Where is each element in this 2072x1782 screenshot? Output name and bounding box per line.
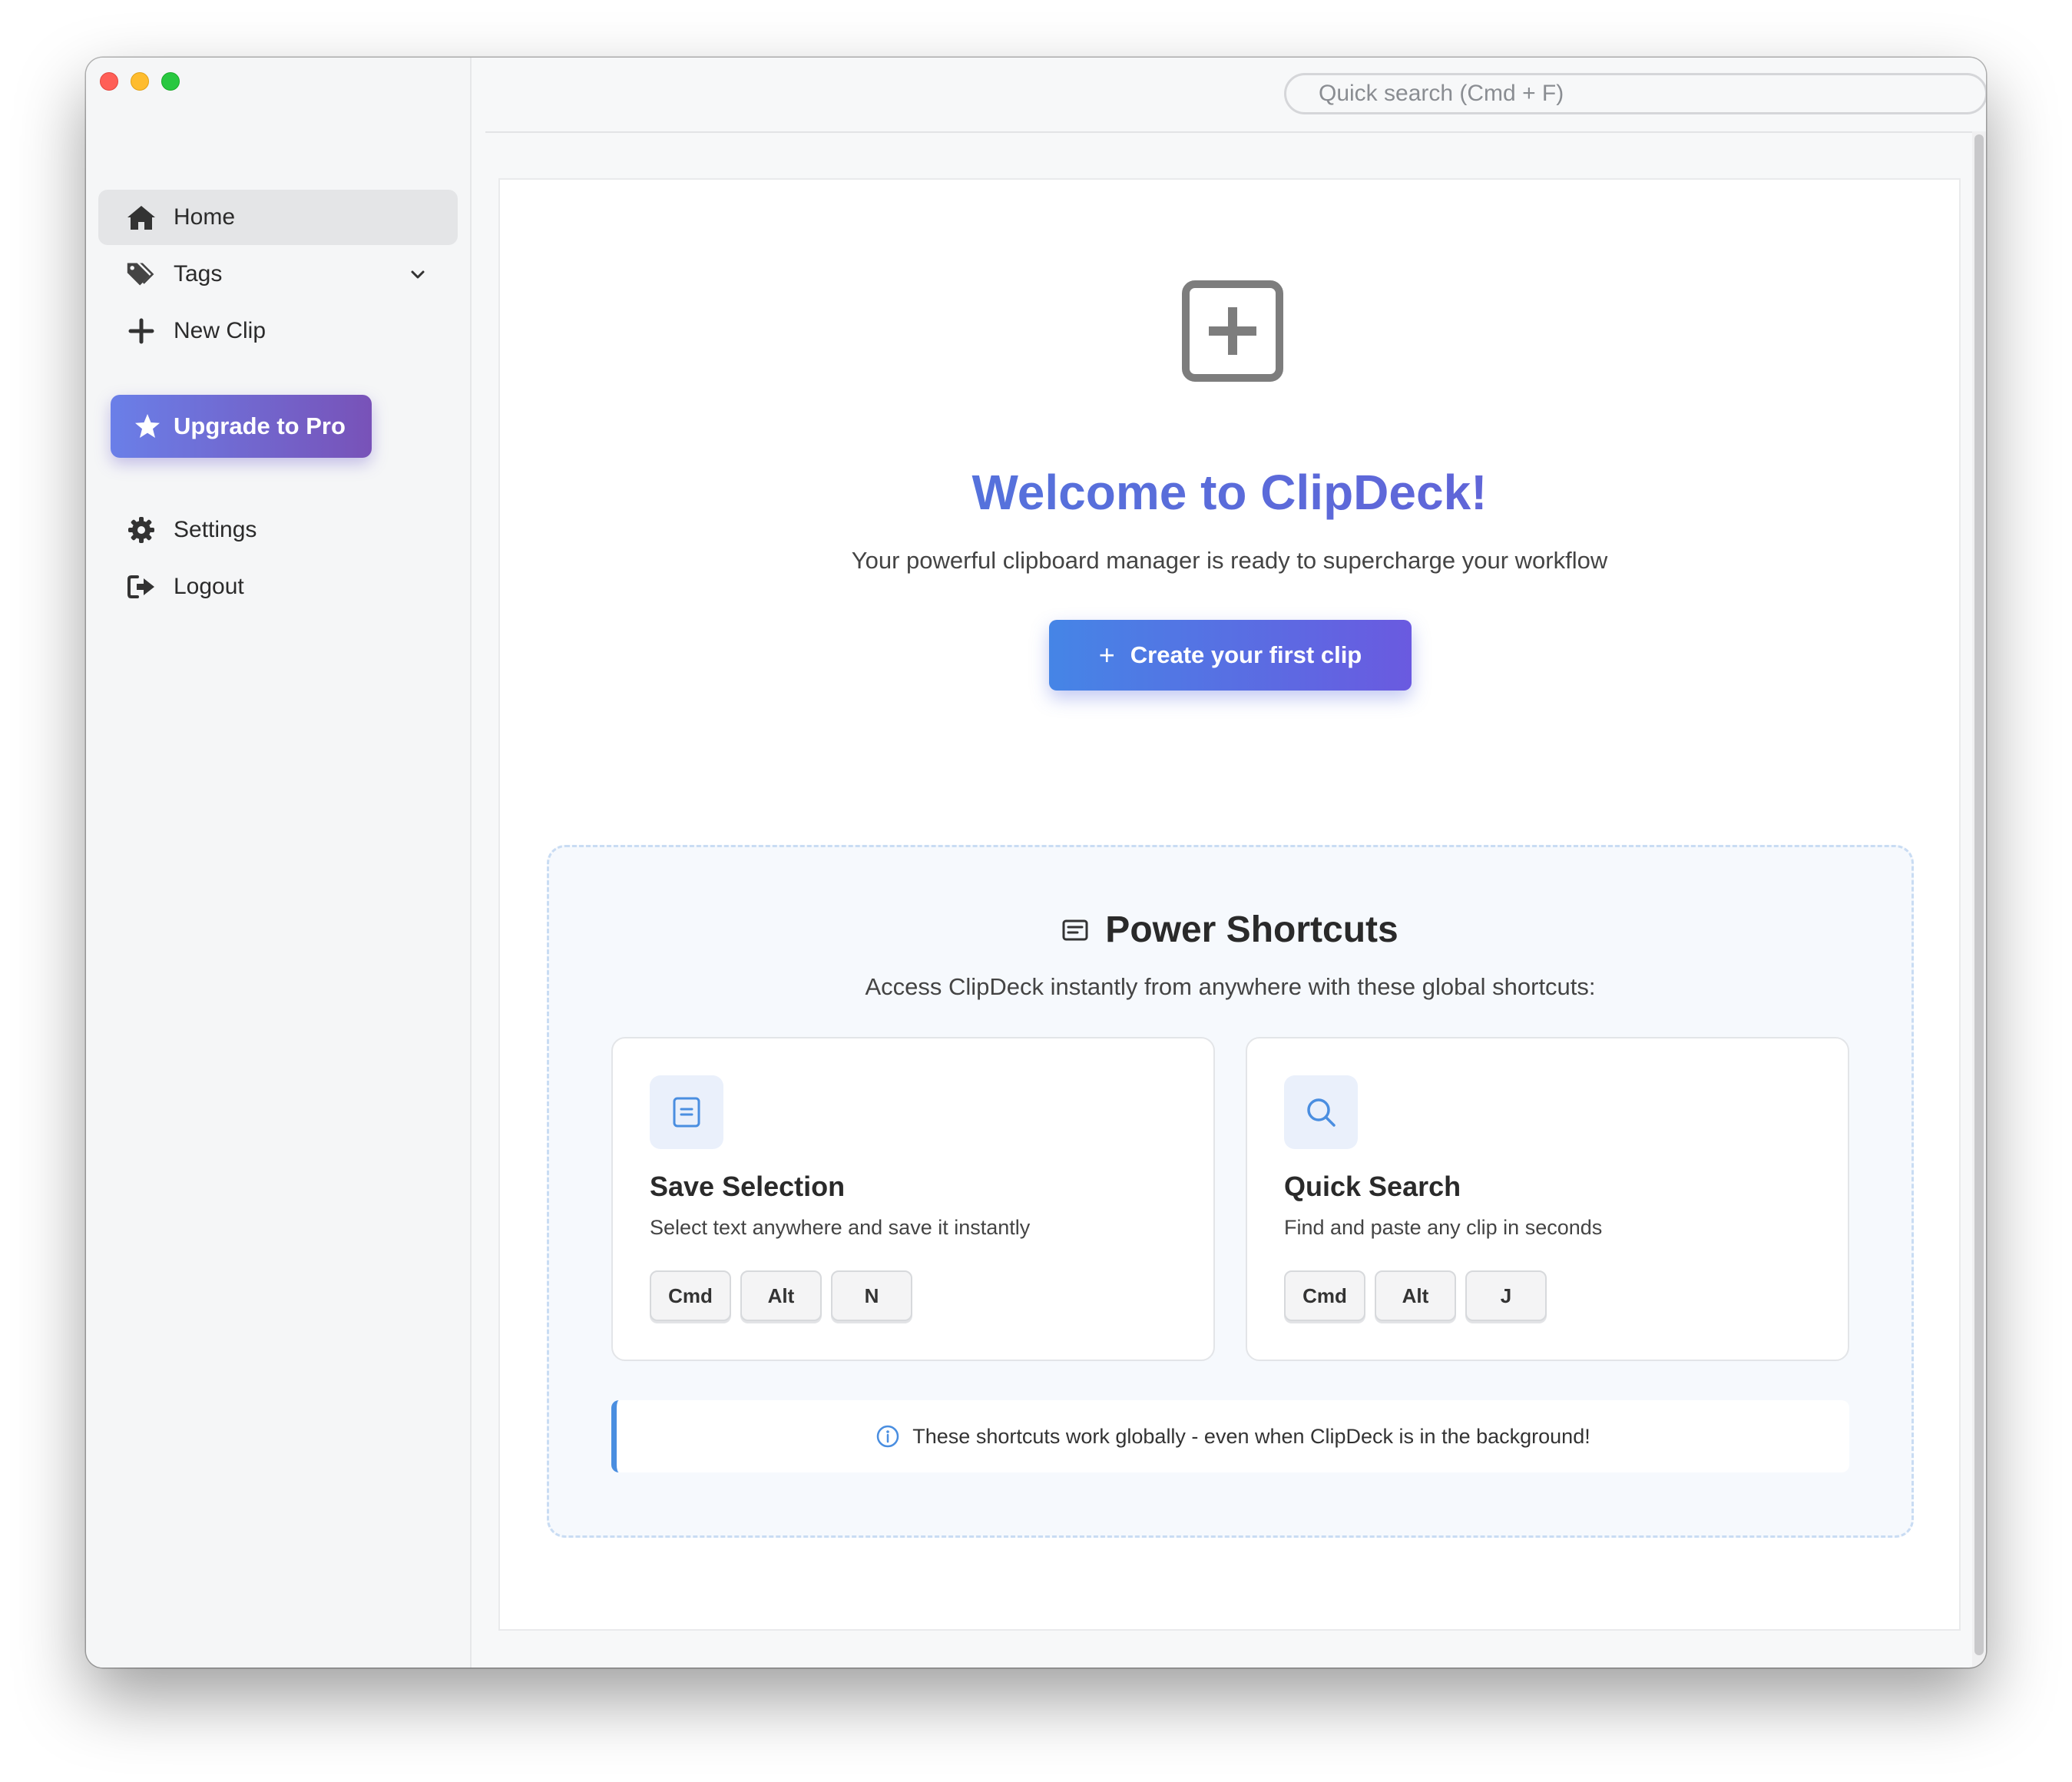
star-icon: [134, 412, 161, 440]
home-icon: [126, 202, 157, 233]
sidebar: Home Tags New Clip Upgrade to Pro Settin…: [86, 58, 472, 1668]
sidebar-bottom-nav: Settings Logout: [98, 502, 458, 616]
zoom-window-button[interactable]: [161, 72, 180, 91]
shortcuts-heading: Power Shortcuts: [549, 909, 1911, 951]
key-cap: J: [1465, 1270, 1547, 1321]
upgrade-to-pro-button[interactable]: Upgrade to Pro: [111, 395, 372, 458]
welcome-title: Welcome to ClipDeck!: [500, 464, 1959, 521]
shortcut-card-quick-search: Quick Search Find and paste any clip in …: [1246, 1037, 1849, 1361]
key-cap: Cmd: [650, 1270, 731, 1321]
card-title: Quick Search: [1284, 1171, 1461, 1202]
sidebar-item-settings[interactable]: Settings: [98, 502, 458, 558]
sidebar-item-label: Logout: [174, 574, 244, 599]
main-content: Welcome to ClipDeck! Your powerful clipb…: [498, 178, 1961, 1631]
sidebar-item-label: New Clip: [174, 318, 266, 343]
tags-icon: [126, 259, 157, 290]
scrollbar-thumb[interactable]: [1974, 134, 1984, 1655]
app-window: Home Tags New Clip Upgrade to Pro Settin…: [86, 58, 1986, 1668]
chevron-down-icon[interactable]: [409, 263, 427, 290]
sidebar-nav: Home Tags New Clip: [98, 190, 458, 360]
sidebar-item-home[interactable]: Home: [98, 190, 458, 245]
welcome-subtitle: Your powerful clipboard manager is ready…: [851, 547, 1608, 574]
gear-icon: [126, 515, 157, 545]
top-bar: Quick search (Cmd + F): [485, 58, 1986, 133]
document-icon: [650, 1075, 723, 1149]
create-first-clip-button[interactable]: + Create your first clip: [1049, 620, 1412, 691]
key-cap: Alt: [740, 1270, 822, 1321]
minimize-window-button[interactable]: [131, 72, 149, 91]
sidebar-item-label: Home: [174, 204, 236, 230]
search-icon: [1284, 1075, 1358, 1149]
search-input[interactable]: Quick search (Cmd + F): [1284, 73, 1986, 114]
cta-label: Create your first clip: [1130, 641, 1362, 668]
card-description: Find and paste any clip in seconds: [1284, 1216, 1603, 1239]
plus-icon: [126, 316, 157, 346]
key-cap: Alt: [1375, 1270, 1456, 1321]
plus-icon: +: [1098, 639, 1115, 671]
key-cap: N: [831, 1270, 912, 1321]
plus-square-icon: [1181, 280, 1284, 386]
card-description: Select text anywhere and save it instant…: [650, 1216, 1031, 1239]
key-combo: Cmd Alt N: [650, 1270, 912, 1321]
card-title: Save Selection: [650, 1171, 846, 1202]
sidebar-item-new-clip[interactable]: New Clip: [98, 303, 458, 359]
shortcut-card-save-selection: Save Selection Select text anywhere and …: [611, 1037, 1215, 1361]
global-shortcuts-note: These shortcuts work globally - even whe…: [611, 1400, 1849, 1472]
power-shortcuts-panel: Power Shortcuts Access ClipDeck instantl…: [547, 845, 1914, 1538]
upgrade-label: Upgrade to Pro: [174, 412, 346, 439]
shortcuts-subtitle: Access ClipDeck instantly from anywhere …: [865, 973, 1596, 1000]
keyboard-icon: [1062, 919, 1088, 942]
info-icon: [875, 1424, 900, 1449]
key-combo: Cmd Alt J: [1284, 1270, 1547, 1321]
key-cap: Cmd: [1284, 1270, 1365, 1321]
window-controls: [100, 72, 180, 91]
sidebar-item-label: Tags: [174, 261, 223, 287]
shortcuts-title: Power Shortcuts: [1105, 909, 1398, 950]
sidebar-item-label: Settings: [174, 517, 257, 542]
note-text: These shortcuts work globally - even whe…: [912, 1424, 1590, 1448]
sidebar-item-tags[interactable]: Tags: [98, 247, 458, 302]
close-window-button[interactable]: [100, 72, 118, 91]
sidebar-item-logout[interactable]: Logout: [98, 559, 458, 614]
logout-icon: [126, 571, 157, 602]
